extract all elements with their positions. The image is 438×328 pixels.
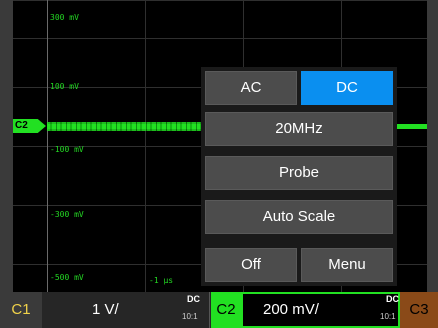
gridline-vertical [145, 0, 146, 292]
probe-button[interactable]: Probe [205, 156, 393, 190]
c2-tag[interactable]: C2 [211, 292, 241, 328]
status-divider [209, 292, 210, 328]
left-border [0, 0, 13, 292]
c3-tag[interactable]: C3 [400, 292, 438, 328]
vertical-axis-line [47, 0, 48, 292]
coupling-dc-button[interactable]: DC [301, 71, 393, 105]
c2-waveform-noise [47, 122, 207, 131]
volt-label: -300 mV [50, 210, 84, 219]
c1-attenuation: 10:1 [182, 312, 198, 321]
channel-menu-popup: AC DC 20MHz Probe Auto Scale Off Menu [201, 67, 397, 286]
bandwidth-20mhz-button[interactable]: 20MHz [205, 112, 393, 146]
c1-scale[interactable]: 1 V/ [92, 292, 119, 328]
c1-coupling: DC [187, 294, 200, 304]
volt-label: -100 mV [50, 145, 84, 154]
channel-status-bar: C1 1 V/ DC 10:1 C2 200 mV/ DC 10:1 C3 [0, 292, 438, 328]
c2-scale[interactable]: 200 mV/ [263, 292, 319, 328]
right-border [427, 0, 438, 292]
volt-label: 100 mV [50, 82, 79, 91]
volt-label: -500 mV [50, 273, 84, 282]
coupling-ac-button[interactable]: AC [205, 71, 297, 105]
time-label: -1 µs [149, 276, 174, 285]
channel-menu-button[interactable]: Menu [301, 248, 393, 282]
c2-coupling: DC [386, 294, 399, 304]
c2-marker-label: C2 [15, 120, 28, 131]
volt-label: 300 mV [50, 13, 79, 22]
channel-off-button[interactable]: Off [205, 248, 297, 282]
c1-tag[interactable]: C1 [0, 292, 42, 328]
oscilloscope-screen: 300 mV 100 mV -100 mV -300 mV -500 mV -1… [0, 0, 438, 328]
auto-scale-button[interactable]: Auto Scale [205, 200, 393, 234]
c2-attenuation: 10:1 [380, 312, 396, 321]
gridline-horizontal [13, 0, 427, 1]
gridline-horizontal [13, 38, 427, 39]
